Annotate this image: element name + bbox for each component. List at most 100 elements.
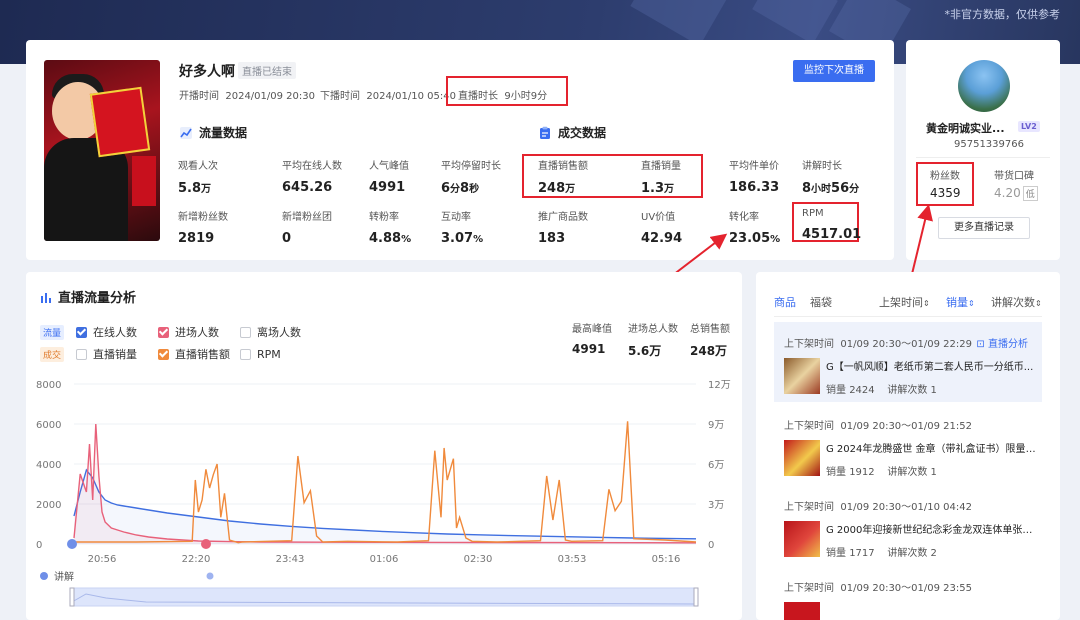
clipboard-icon (540, 126, 550, 139)
explain-marker (206, 572, 214, 580)
stat-avg-online: 平均在线人数 645.26 (282, 161, 342, 195)
explain-label: 讲解 (54, 570, 74, 583)
stat-new-fans: 新增粉丝数 2819 (178, 212, 228, 246)
streamer-name[interactable]: 黄金明诚实业... (926, 120, 1005, 136)
y-left-tick-label: 0 (36, 540, 42, 551)
banner-decoration (752, 0, 838, 45)
summary-total-enter: 进场总人数 5.6万 (628, 324, 678, 358)
legend-traffic: 流量 在线人数 进场人数 离场人数 (40, 324, 322, 340)
checkbox-icon[interactable] (158, 326, 169, 338)
legend-sales-amount[interactable]: 直播销售额 (158, 346, 240, 362)
reputation-level-tag: 低 (1022, 186, 1038, 201)
reputation-score: 4.20 低 (994, 186, 1038, 201)
chart-title: 直播流量分析 (40, 287, 136, 306)
end-time-label: 下播时间 (320, 91, 360, 102)
start-time: 开播时间 2024/01/09 20:30 (179, 87, 315, 102)
streamer-avatar[interactable] (958, 60, 1010, 112)
product-item[interactable]: 上下架时间 01/09 20:30～01/09 22:29 ⊡ 直播分析 G【一… (774, 335, 1042, 396)
live-traffic-chart-card: 直播流量分析 流量 在线人数 进场人数 离场人数 成交 直播销量 直播销售额 R… (26, 272, 742, 620)
sort-icon: ⇕ (968, 299, 975, 308)
checkbox-icon[interactable] (240, 326, 251, 338)
legend-online[interactable]: 在线人数 (76, 324, 158, 340)
live-duration: 直播时长 9小时9分 (458, 87, 547, 102)
legend-deal: 成交 直播销量 直播销售额 RPM (40, 346, 322, 362)
tab-lucky-bag[interactable]: 福袋 (810, 294, 832, 310)
summary-peak: 最高峰值 4991 (572, 324, 612, 356)
stat-new-fan-club: 新增粉丝团 0 (282, 212, 332, 246)
microphone-icon (40, 572, 48, 580)
streamer-id: 95751339766 (954, 139, 1024, 150)
disclaimer-note: *非官方数据，仅供参考 (944, 8, 1061, 21)
traffic-line-chart[interactable]: 0 2000 4000 6000 8000 0 3万 6万 9万 12万 20:56 22:20 23:… (26, 372, 742, 620)
legend-rpm[interactable]: RPM (240, 348, 322, 361)
stat-conversion-rate: 转化率 23.05% (729, 212, 781, 246)
checkbox-icon[interactable] (240, 348, 251, 360)
product-item[interactable]: 上下架时间 01/09 20:30～01/09 23:55 (774, 579, 1042, 620)
y-right-tick-label: 12万 (708, 380, 731, 391)
sort-icon: ⇕ (923, 299, 930, 308)
sort-sales[interactable]: 销量⇕ (946, 294, 975, 310)
event-marker (201, 539, 211, 549)
product-list-card: 商品 福袋 上架时间⇕ 销量⇕ 讲解次数⇕ 上下架时间 01/09 20:30～… (756, 272, 1060, 620)
stat-interaction: 互动率 3.07% (441, 212, 484, 246)
live-cover-image[interactable] (44, 60, 160, 241)
y-left-tick-label: 2000 (36, 500, 61, 511)
product-item[interactable]: 上下架时间 01/09 20:30～01/10 04:42 G 2000年迎接新… (774, 498, 1042, 559)
legend-tag-traffic: 流量 (40, 324, 64, 340)
tab-products[interactable]: 商品 (774, 294, 796, 310)
y-left-tick-label: 4000 (36, 460, 61, 471)
y-right-tick-label: 6万 (708, 460, 724, 471)
checkbox-icon[interactable] (76, 326, 87, 338)
sort-explain-count[interactable]: 讲解次数⇕ (991, 294, 1042, 310)
live-title: 好多人啊 (179, 64, 235, 80)
y-right-tick-label: 0 (708, 540, 714, 551)
x-tick-label: 20:56 (88, 554, 117, 565)
x-tick-label: 22:20 (182, 554, 211, 565)
live-overview-card: 好多人啊 直播已结束 开播时间 2024/01/09 20:30 下播时间 20… (26, 40, 894, 260)
x-tick-label: 03:53 (558, 554, 587, 565)
range-handle-left[interactable] (69, 587, 75, 607)
stat-live-sales-volume: 直播销量 1.3万 (641, 161, 681, 196)
duration-label: 直播时长 (458, 91, 498, 102)
start-time-value: 2024/01/09 20:30 (225, 91, 315, 102)
legend-sales-volume[interactable]: 直播销量 (76, 346, 158, 362)
legend-tag-deal: 成交 (40, 346, 64, 362)
legend-enter[interactable]: 进场人数 (158, 324, 240, 340)
x-tick-label: 02:30 (464, 554, 493, 565)
y-left-tick-label: 6000 (36, 420, 61, 431)
level-badge: LV2 (1018, 121, 1040, 132)
product-thumbnail[interactable] (784, 521, 820, 557)
x-tick-label: 23:43 (276, 554, 305, 565)
y-right-tick-label: 9万 (708, 420, 724, 431)
x-tick-label: 05:16 (652, 554, 681, 565)
x-tick-label: 01:06 (370, 554, 399, 565)
stat-views: 观看人次 5.8万 (178, 161, 218, 196)
streamer-card: 黄金明诚实业... LV2 95751339766 粉丝数 4359 带货口碑 … (906, 40, 1060, 260)
live-analysis-link[interactable]: ⊡ 直播分析 (976, 335, 1028, 350)
traffic-section-title: 流量数据 (179, 124, 247, 141)
duration-value: 9小时9分 (504, 91, 548, 102)
range-handle-right[interactable] (693, 587, 699, 607)
product-thumbnail[interactable] (784, 440, 820, 476)
legend-leave[interactable]: 离场人数 (240, 324, 322, 340)
y-left-tick-label: 8000 (36, 380, 61, 391)
series-online-area (74, 470, 696, 544)
y-right-tick-label: 3万 (708, 500, 724, 511)
product-item[interactable]: 上下架时间 01/09 20:30～01/09 21:52 G 2024年龙腾盛… (774, 417, 1042, 478)
product-thumbnail[interactable] (784, 358, 820, 394)
event-marker (67, 539, 77, 549)
monitor-next-live-button[interactable]: 监控下次直播 (793, 60, 875, 82)
stat-peak: 人气峰值 4991 (369, 161, 409, 195)
stat-uv-value: UV价值 42.94 (641, 212, 683, 246)
deal-section-title: 成交数据 (538, 124, 606, 141)
sort-listing-time[interactable]: 上架时间⇕ (879, 294, 930, 310)
stat-rpm: RPM 4517.01 (802, 208, 862, 242)
product-thumbnail[interactable] (784, 602, 820, 620)
fans-count: 4359 (930, 186, 961, 200)
checkbox-icon[interactable] (76, 348, 87, 360)
more-live-records-button[interactable]: 更多直播记录 (938, 217, 1030, 239)
live-status-badge: 直播已结束 (238, 62, 296, 79)
analysis-icon: ⊡ (976, 339, 985, 350)
checkbox-icon[interactable] (158, 348, 169, 360)
stat-avg-unit-price: 平均件单价 186.33 (729, 161, 780, 195)
